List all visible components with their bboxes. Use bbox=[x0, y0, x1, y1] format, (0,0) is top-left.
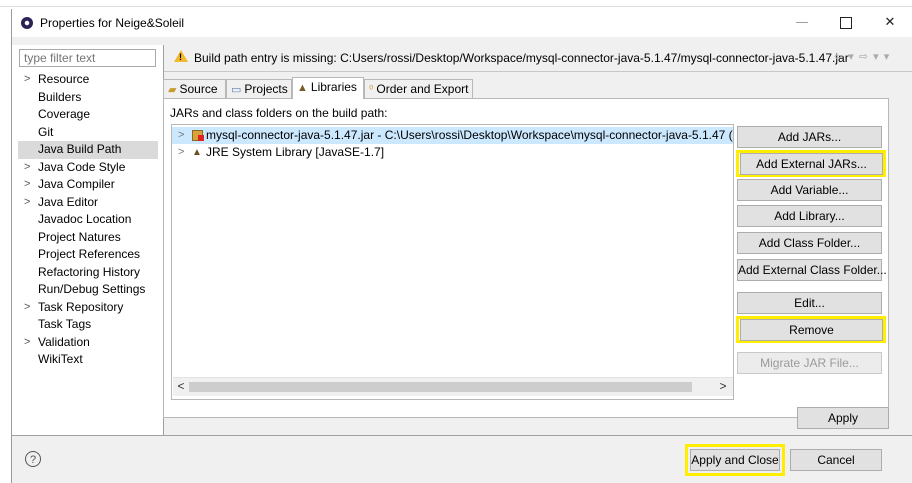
library-tree[interactable]: > mysql-connector-java-5.1.47.jar - C:\U… bbox=[171, 124, 734, 400]
apply-button[interactable]: Apply bbox=[797, 407, 889, 429]
nav-item-label: Project References bbox=[38, 247, 141, 261]
edit-button[interactable]: Edit... bbox=[737, 292, 882, 314]
nav-item-label: WikiText bbox=[38, 352, 83, 366]
nav-item-builders[interactable]: Builders bbox=[18, 89, 158, 107]
tab-order-export[interactable]: ⁰ Order and Export bbox=[364, 79, 473, 98]
warning-message: Build path entry is missing: C:Users/ros… bbox=[194, 51, 849, 65]
nav-item-task-repository[interactable]: > Task Repository bbox=[18, 299, 158, 317]
eclipse-icon bbox=[21, 17, 33, 29]
tab-label: Source bbox=[179, 82, 218, 96]
build-path-label: JARs and class folders on the build path… bbox=[170, 106, 388, 120]
nav-item-validation[interactable]: > Validation bbox=[18, 334, 158, 352]
help-icon[interactable]: ? bbox=[25, 451, 41, 467]
nav-item-label: Java Compiler bbox=[38, 177, 115, 191]
nav-item-refactoring-history[interactable]: Refactoring History bbox=[18, 264, 158, 282]
tab-label: Libraries bbox=[310, 80, 357, 94]
window-title: Properties for Neige&Soleil bbox=[40, 16, 185, 30]
add-library-button[interactable]: Add Library... bbox=[737, 205, 882, 227]
add-external-class-folder-button[interactable]: Add External Class Folder... bbox=[737, 259, 887, 281]
scroll-right-icon[interactable]: > bbox=[716, 379, 730, 393]
library-icon: ▲ bbox=[192, 147, 202, 158]
tab-projects[interactable]: ▭ Projects bbox=[226, 79, 292, 98]
tab-label: Order and Export bbox=[376, 82, 469, 96]
source-folder-icon: ▰ bbox=[168, 84, 177, 96]
close-button[interactable]: ✕ bbox=[868, 9, 912, 37]
title-bar: Properties for Neige&Soleil — ✕ bbox=[12, 9, 912, 37]
order-export-icon: ⁰ bbox=[369, 84, 374, 96]
nav-item-javadoc-location[interactable]: Javadoc Location bbox=[18, 211, 158, 229]
nav-item-label: Builders bbox=[38, 89, 82, 104]
filter-input[interactable] bbox=[19, 49, 156, 67]
nav-item-project-references[interactable]: Project References bbox=[18, 246, 158, 264]
nav-item-project-natures[interactable]: Project Natures bbox=[18, 229, 158, 247]
scroll-left-icon[interactable]: < bbox=[174, 379, 188, 393]
nav-item-label: Coverage bbox=[38, 107, 91, 121]
expand-icon[interactable]: > bbox=[24, 334, 30, 352]
expand-icon[interactable]: > bbox=[24, 194, 30, 212]
nav-item-label: Task Tags bbox=[38, 317, 92, 331]
remove-button[interactable]: Remove bbox=[740, 319, 883, 341]
tree-row-label: JRE System Library [JavaSE-1.7] bbox=[206, 145, 385, 159]
nav-item-label: Java Build Path bbox=[38, 142, 122, 156]
footer-divider bbox=[11, 435, 912, 436]
expand-icon: > bbox=[178, 146, 185, 158]
nav-item-label: Java Editor bbox=[38, 194, 99, 209]
add-class-folder-button[interactable]: Add Class Folder... bbox=[737, 232, 882, 254]
nav-item-label: Project Natures bbox=[38, 229, 121, 244]
nav-item-run-debug-settings[interactable]: Run/Debug Settings bbox=[18, 281, 158, 299]
nav-item-java-build-path[interactable]: Java Build Path bbox=[18, 141, 158, 159]
nav-item-label: Resource bbox=[38, 72, 90, 86]
desktop-strip bbox=[0, 0, 912, 8]
nav-item-git[interactable]: Git bbox=[18, 124, 158, 142]
maximize-icon bbox=[840, 16, 852, 29]
nav-item-java-code-style[interactable]: > Java Code Style bbox=[18, 159, 158, 177]
nav-item-resource[interactable]: > Resource bbox=[18, 71, 158, 89]
add-variable-button[interactable]: Add Variable... bbox=[737, 179, 882, 201]
history-nav-buttons[interactable]: ⇦ ▾ ⇨ ▾ ▾ bbox=[834, 50, 890, 63]
missing-jar-icon bbox=[192, 130, 204, 141]
tree-row-label: mysql-connector-java-5.1.47.jar - C:\Use… bbox=[206, 128, 734, 142]
nav-item-label: Git bbox=[38, 124, 54, 139]
nav-item-label: Run/Debug Settings bbox=[38, 282, 146, 296]
preference-tree: > Resource Builders Coverage Git Java Build P… bbox=[18, 71, 158, 369]
expand-icon[interactable]: > bbox=[24, 176, 30, 194]
tree-row-jre[interactable]: > ▲ JRE System Library [JavaSE-1.7] bbox=[172, 144, 733, 161]
nav-item-java-compiler[interactable]: > Java Compiler bbox=[18, 176, 158, 194]
nav-item-coverage[interactable]: Coverage bbox=[18, 106, 158, 124]
libraries-icon: ▲ bbox=[297, 82, 308, 94]
nav-item-label: Task Repository bbox=[38, 299, 124, 314]
nav-item-wikitext[interactable]: WikiText bbox=[18, 351, 158, 369]
cancel-button[interactable]: Cancel bbox=[790, 449, 882, 471]
message-area: ! Build path entry is missing: C:Users/r… bbox=[164, 45, 912, 71]
nav-item-label: Validation bbox=[38, 334, 90, 349]
apply-and-close-button[interactable]: Apply and Close bbox=[690, 449, 780, 471]
nav-item-java-editor[interactable]: > Java Editor bbox=[18, 194, 158, 212]
add-jars-button[interactable]: Add JARs... bbox=[737, 126, 882, 148]
divider bbox=[164, 71, 912, 72]
tab-label: Projects bbox=[244, 82, 288, 96]
nav-item-task-tags[interactable]: Task Tags bbox=[18, 316, 158, 334]
add-external-jars-button[interactable]: Add External JARs... bbox=[740, 153, 883, 175]
tab-libraries[interactable]: ▲ Libraries bbox=[292, 77, 364, 99]
scroll-thumb[interactable] bbox=[189, 382, 692, 392]
expand-icon[interactable]: > bbox=[24, 71, 30, 89]
tab-source[interactable]: ▰ Source bbox=[163, 79, 226, 98]
projects-icon: ▭ bbox=[231, 84, 242, 96]
expand-icon[interactable]: > bbox=[24, 159, 30, 177]
maximize-button[interactable] bbox=[824, 9, 868, 37]
tree-row-mysql-jar[interactable]: > mysql-connector-java-5.1.47.jar - C:\U… bbox=[172, 127, 734, 144]
expand-icon[interactable]: > bbox=[24, 299, 30, 317]
nav-item-label: Java Code Style bbox=[38, 159, 126, 174]
minimize-button[interactable]: — bbox=[780, 9, 824, 37]
warning-icon: ! bbox=[174, 50, 188, 62]
migrate-jar-button[interactable]: Migrate JAR File... bbox=[737, 352, 882, 374]
expand-icon: > bbox=[178, 129, 185, 141]
nav-item-label: Refactoring History bbox=[38, 264, 141, 279]
horizontal-scrollbar[interactable]: < > bbox=[173, 377, 733, 396]
nav-item-label: Javadoc Location bbox=[38, 212, 132, 226]
